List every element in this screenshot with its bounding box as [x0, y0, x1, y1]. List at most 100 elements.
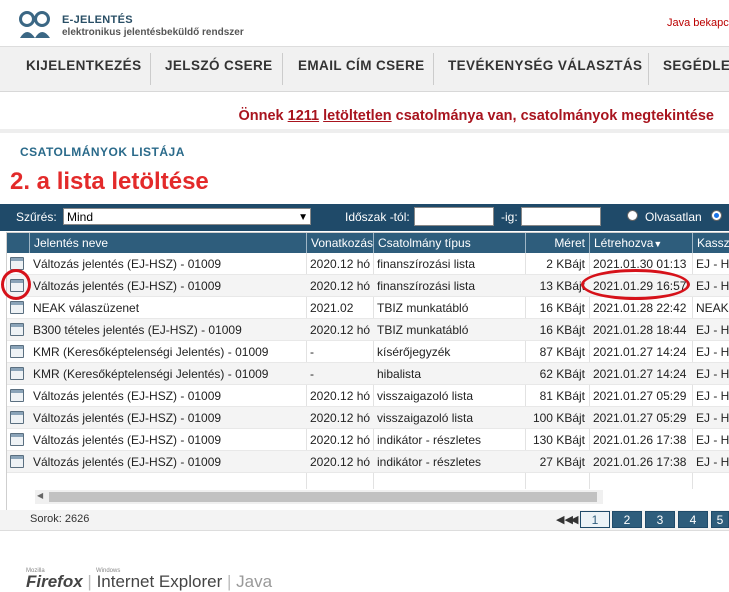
notice-undownloaded-link[interactable]: letöltetlen — [323, 108, 391, 124]
cell-attachment-type: kísérőjegyzék — [377, 345, 451, 359]
prev-page-icon[interactable]: ◀ — [570, 513, 578, 526]
brand: E-JELENTÉS elektronikus jelentésbeküldő … — [62, 14, 244, 38]
notice-count[interactable]: 1211 — [288, 108, 319, 124]
table-row[interactable]: KMR (Keresőképtelenségi Jelentés) - 0100… — [7, 363, 729, 385]
filter-select-value: Mind — [67, 210, 94, 224]
cell-reference: 2021.02 — [310, 301, 354, 315]
nav-password-change[interactable]: JELSZÓ CSERE — [165, 47, 273, 91]
period-to-label: -ig: — [501, 210, 518, 224]
radio-all[interactable] — [711, 210, 722, 221]
header-reference[interactable]: Vonatkozás — [306, 233, 373, 253]
cell-reference: 2020.12 hó — [310, 411, 371, 425]
period-from-label: Időszak -tól: — [345, 210, 410, 224]
cell-attachment-type: hibalista — [377, 367, 422, 381]
sort-desc-icon: ▼ — [653, 239, 663, 249]
page-2-button[interactable]: 2 — [612, 511, 642, 528]
annotation-step-title: 2. a lista letöltése — [10, 168, 209, 195]
document-icon[interactable] — [10, 389, 24, 402]
ie-small-label: Windows — [96, 568, 121, 574]
ie-logo-text: Internet Explorer — [96, 572, 223, 591]
horizontal-scrollbar[interactable]: ◀ — [35, 490, 603, 504]
cell-reference: 2020.12 hó — [310, 455, 371, 469]
attachments-notice[interactable]: Önnek 1211 letöltetlen csatolmánya van, … — [238, 108, 714, 124]
table-row[interactable]: Változás jelentés (EJ-HSZ) - 01009 2020.1… — [7, 407, 729, 429]
cell-reference: - — [310, 367, 314, 381]
document-icon[interactable] — [10, 433, 24, 446]
chevron-down-icon: ▼ — [298, 212, 308, 223]
filter-select[interactable]: Mind ▼ — [63, 208, 311, 225]
cell-attachment-type: visszaigazoló lista — [377, 389, 474, 403]
java-enable-link[interactable]: Java bekapcs — [667, 17, 729, 29]
cell-reference: 2020.12 hó — [310, 433, 371, 447]
nav-activity-select[interactable]: TEVÉKENYSÉG VÁLASZTÁS — [448, 47, 642, 91]
notice-suffix: csatolmánya van, csatolmányok megtekinté… — [391, 108, 714, 124]
nav-logout[interactable]: KIJELENTKEZÉS — [26, 47, 141, 91]
document-icon[interactable] — [10, 345, 24, 358]
nav-separator — [282, 53, 283, 85]
cell-created: 2021.01.26 17:38 — [593, 433, 687, 447]
cell-kassza: EJ - H — [696, 433, 729, 447]
cell-created: 2021.01.27 14:24 — [593, 345, 687, 359]
cell-size: 27 KBájt — [539, 455, 585, 469]
footer-separator: | — [226, 572, 237, 591]
cell-size: 130 KBájt — [532, 433, 585, 447]
header-size[interactable]: Méret — [525, 233, 589, 253]
cell-kassza: EJ - H — [696, 411, 729, 425]
document-icon[interactable] — [10, 455, 24, 468]
cell-created: 2021.01.28 22:42 — [593, 301, 687, 315]
cell-report-name: KMR (Keresőképtelenségi Jelentés) - 0100… — [33, 345, 269, 359]
filter-bar: Szűrés: Mind ▼ Időszak -tól: -ig: Olvasa… — [0, 204, 729, 231]
nav-separator — [648, 53, 649, 85]
supported-browsers: Mozilla Firefox | Windows Internet Explo… — [26, 568, 273, 592]
table-header: Jelentés neve Vonatkozás Csatolmány típu… — [7, 233, 729, 253]
cell-kassza: EJ - H — [696, 323, 729, 337]
radio-unread[interactable] — [627, 210, 638, 221]
cell-attachment-type: indikátor - részletes — [377, 433, 482, 447]
cell-attachment-type: TBIZ munkatábló — [377, 323, 469, 337]
java-logo-text: Java — [236, 572, 273, 591]
cell-report-name: Változás jelentés (EJ-HSZ) - 01009 — [33, 455, 222, 469]
document-icon[interactable] — [10, 301, 24, 314]
cell-report-name: Változás jelentés (EJ-HSZ) - 01009 — [33, 389, 222, 403]
cell-attachment-type: finanszírozási lista — [377, 279, 476, 293]
table-row[interactable]: NEAK válaszüzenet 2021.02 TBIZ munkatábló 1… — [7, 297, 729, 319]
brand-title: E-JELENTÉS — [62, 14, 133, 26]
header-attachment-type[interactable]: Csatolmány típus — [373, 233, 525, 253]
page-5-button[interactable]: 5 — [711, 511, 729, 528]
table-row[interactable]: Változás jelentés (EJ-HSZ) - 01009 2020.1… — [7, 385, 729, 407]
cell-created: 2021.01.28 18:44 — [593, 323, 687, 337]
page-4-button[interactable]: 4 — [678, 511, 708, 528]
cell-kassza: EJ - H — [696, 279, 729, 293]
page-title: CSATOLMÁNYOK LISTÁJA — [20, 145, 185, 159]
header-report-name[interactable]: Jelentés neve — [29, 233, 306, 253]
table-row[interactable]: Változás jelentés (EJ-HSZ) - 01009 2020.1… — [7, 451, 729, 473]
app-logo-icon — [19, 11, 50, 38]
scroll-left-icon[interactable]: ◀ — [37, 491, 43, 500]
annotation-ellipse-date — [581, 269, 690, 300]
period-from-input[interactable] — [414, 207, 494, 226]
cell-report-name: NEAK válaszüzenet — [33, 301, 140, 315]
table-row[interactable]: KMR (Keresőképtelenségi Jelentés) - 0100… — [7, 341, 729, 363]
cell-created: 2021.01.27 14:24 — [593, 367, 687, 381]
divider — [0, 129, 729, 133]
header-created[interactable]: Létrehozva▼ — [589, 233, 692, 253]
header-kassza[interactable]: Kassza — [692, 233, 729, 253]
footer-separator: | — [87, 572, 97, 591]
cell-report-name: KMR (Keresőképtelenségi Jelentés) - 0100… — [33, 367, 269, 381]
document-icon[interactable] — [10, 323, 24, 336]
cell-size: 16 KBájt — [539, 301, 585, 315]
nav-help[interactable]: SEGÉDLET — [663, 47, 729, 91]
document-icon[interactable] — [10, 411, 24, 424]
filter-label: Szűrés: — [16, 210, 57, 224]
period-to-input[interactable] — [521, 207, 601, 226]
nav-separator — [150, 53, 151, 85]
table-row[interactable]: Változás jelentés (EJ-HSZ) - 01009 2020.1… — [7, 429, 729, 451]
table-row[interactable]: B300 tételes jelentés (EJ-HSZ) - 01009 20… — [7, 319, 729, 341]
page-3-button[interactable]: 3 — [645, 511, 675, 528]
scrollbar-thumb[interactable] — [49, 492, 597, 502]
nav-email-change[interactable]: EMAIL CÍM CSERE — [298, 47, 425, 91]
cell-kassza: EJ - H — [696, 455, 729, 469]
document-icon[interactable] — [10, 367, 24, 380]
page-1-button[interactable]: 1 — [580, 511, 610, 528]
cell-report-name: Változás jelentés (EJ-HSZ) - 01009 — [33, 257, 222, 271]
